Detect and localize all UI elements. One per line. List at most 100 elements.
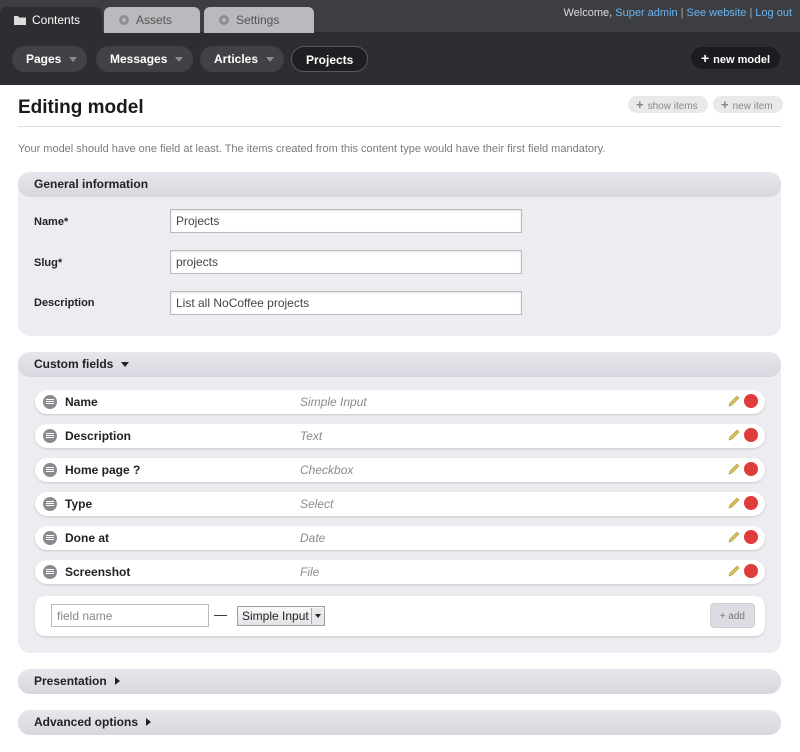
divider [18,126,781,127]
page-title: Editing model [18,97,144,118]
custom-field-row[interactable]: Type Select [35,492,765,516]
add-field-button[interactable]: + add [709,603,755,628]
description-label: Description [34,297,95,309]
nav-pages-label: Pages [26,52,62,66]
caret-right-icon [146,718,152,726]
delete-icon[interactable] [744,496,758,510]
logout-link[interactable]: Log out [755,7,792,19]
field-type-select[interactable]: Simple Input [237,606,325,626]
nav-projects[interactable]: Projects [291,46,369,72]
nav-messages[interactable]: Messages [96,46,194,72]
field-name: Screenshot [65,565,131,579]
chevron-down-icon [175,57,184,62]
plus-icon: + [721,97,729,112]
show-items-button[interactable]: + show items [628,96,708,113]
pencil-icon[interactable] [727,428,741,442]
general-information-header: General information [18,172,781,197]
delete-icon[interactable] [744,428,758,442]
delete-icon[interactable] [744,394,758,408]
welcome-bar: Welcome, Super admin | See website | Log out [564,7,793,19]
top-bar: Contents Assets Settings Welcome, Super … [0,0,800,33]
tab-assets[interactable]: Assets [104,7,200,33]
separator: | [749,7,753,19]
delete-icon[interactable] [744,530,758,544]
field-type: Date [300,531,326,545]
advanced-options-title: Advanced options [34,715,139,729]
slug-field[interactable] [170,250,522,274]
show-items-label: show items [647,101,698,112]
general-information-panel: General information Name* Slug* Descript… [18,172,781,336]
welcome-text: Welcome, [563,7,613,19]
description-field[interactable] [170,291,522,315]
custom-fields-header[interactable]: Custom fields [18,352,781,377]
separator-dash: — [214,607,227,622]
new-model-label: new model [713,54,770,66]
pencil-icon[interactable] [727,496,741,510]
field-name: Type [65,497,93,511]
drag-handle-icon[interactable] [43,429,57,443]
advanced-options-panel: Advanced options [18,710,781,735]
custom-field-row[interactable]: Screenshot File [35,560,765,584]
presentation-title: Presentation [34,674,107,688]
custom-fields-title: Custom fields [34,357,114,371]
field-type: Checkbox [300,463,354,477]
presentation-header[interactable]: Presentation [18,669,781,694]
field-name: Description [65,429,132,443]
sub-navigation: Pages Messages Articles Projects [0,33,800,85]
tab-contents-label: Contents [32,13,81,27]
delete-icon[interactable] [744,564,758,578]
new-item-button[interactable]: + new item [713,96,783,113]
new-field-name-input[interactable] [51,604,209,627]
gear-icon [219,15,229,25]
pencil-icon[interactable] [727,530,741,544]
drag-handle-icon[interactable] [43,565,57,579]
nav-pages[interactable]: Pages [12,46,88,72]
nav-articles-label: Articles [214,52,259,66]
name-label: Name* [34,216,69,228]
field-name: Home page ? [65,463,141,477]
pencil-icon[interactable] [727,462,741,476]
custom-field-row[interactable]: Done at Date [35,526,765,550]
nav-messages-label: Messages [110,52,168,66]
tab-settings[interactable]: Settings [204,7,314,33]
presentation-panel: Presentation [18,669,781,694]
see-website-link[interactable]: See website [687,7,747,19]
field-type: Text [300,429,323,443]
caret-down-icon [121,362,130,367]
chevron-down-icon [69,57,78,62]
field-name: Name [65,395,98,409]
tab-contents[interactable]: Contents [0,7,102,33]
tab-settings-label: Settings [236,13,280,27]
new-model-button[interactable]: + new model [690,47,780,69]
drag-handle-icon[interactable] [43,531,57,545]
tab-assets-label: Assets [136,13,173,27]
drag-handle-icon[interactable] [43,463,57,477]
drag-handle-icon[interactable] [43,395,57,409]
caret-right-icon [114,677,120,685]
pencil-icon[interactable] [727,564,741,578]
custom-field-row[interactable]: Home page ? Checkbox [35,458,765,482]
folder-icon [14,16,26,25]
separator: | [680,7,684,19]
nav-projects-label: Projects [306,53,354,67]
drag-handle-icon[interactable] [43,497,57,511]
pencil-icon[interactable] [727,394,741,408]
new-item-label: new item [732,101,773,112]
plus-icon: + [636,97,644,112]
custom-field-row[interactable]: Name Simple Input [35,390,765,414]
user-link[interactable]: Super admin [615,7,677,19]
field-name: Done at [65,531,110,545]
intro-text: Your model should have one field at leas… [18,143,606,155]
custom-fields-panel: Custom fields Name Simple Input Descript… [18,352,781,653]
chevron-down-icon [266,57,275,62]
gear-icon [119,15,129,25]
name-field[interactable] [170,209,522,233]
field-type-selected: Simple Input [242,609,309,623]
field-type: Select [300,497,334,511]
nav-articles[interactable]: Articles [200,46,285,72]
custom-field-row[interactable]: Description Text [35,424,765,448]
advanced-options-header[interactable]: Advanced options [18,710,781,735]
field-type: File [300,565,320,579]
delete-icon[interactable] [744,462,758,476]
dropdown-arrow-icon [311,608,323,624]
